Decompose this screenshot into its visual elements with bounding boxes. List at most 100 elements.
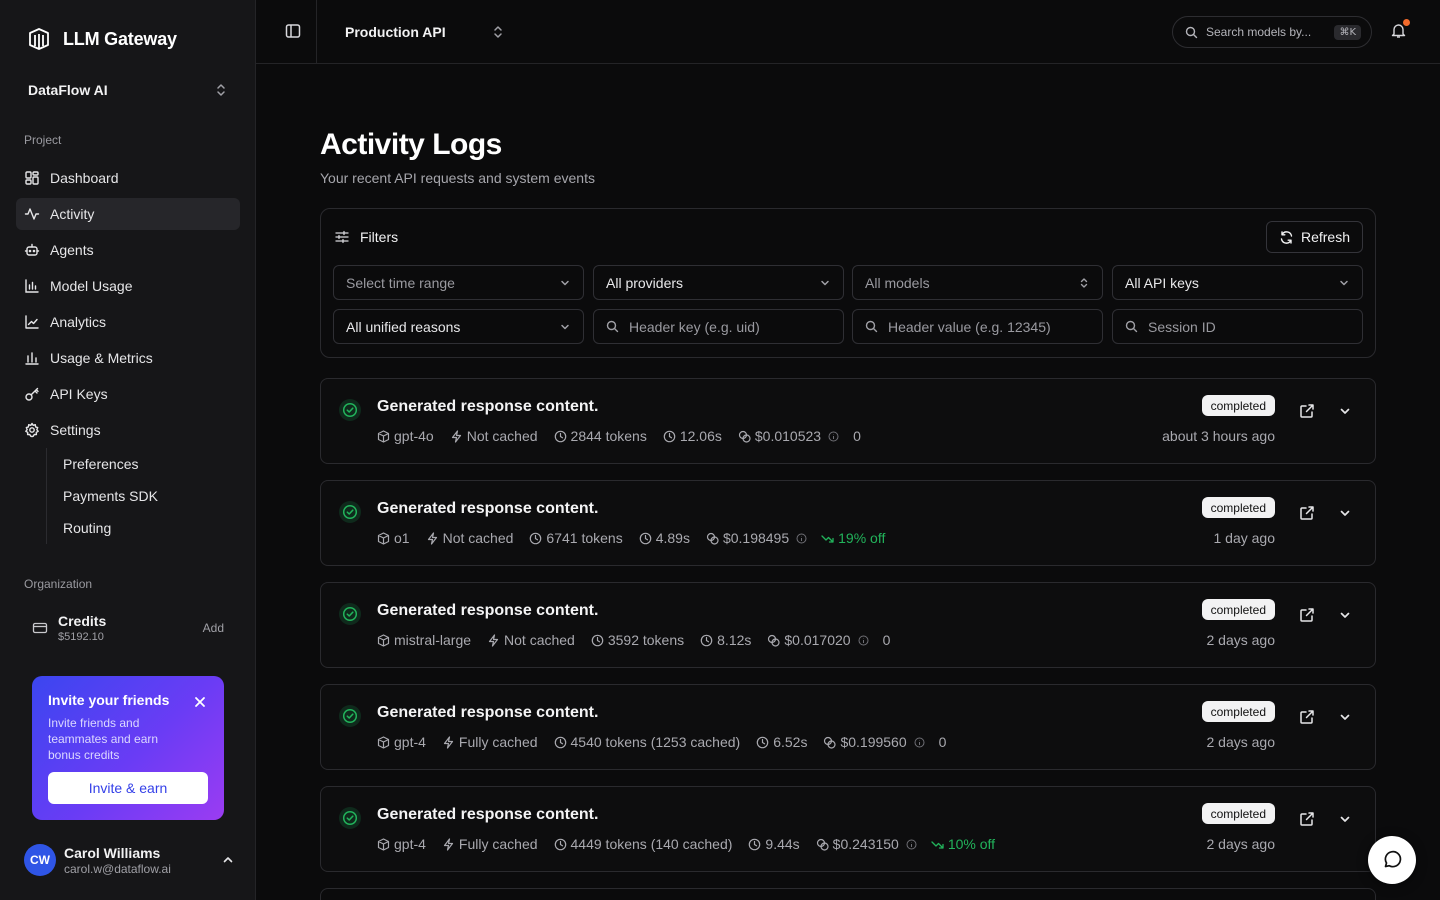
sidebar-subitem-payments-sdk[interactable]: Payments SDK xyxy=(63,480,158,512)
info-icon[interactable] xyxy=(828,431,839,442)
bar-chart-icon xyxy=(24,278,40,294)
coins-icon xyxy=(706,532,719,545)
chevron-down-icon[interactable] xyxy=(1339,405,1351,417)
notification-dot xyxy=(1403,19,1410,26)
status-badge: completed xyxy=(1201,803,1275,824)
chevron-down-icon[interactable] xyxy=(1339,813,1351,825)
info-icon[interactable] xyxy=(796,533,807,544)
sidebar-item-usage-metrics[interactable]: Usage & Metrics xyxy=(16,342,240,374)
log-title: Generated response content. xyxy=(377,704,599,721)
header-value-input[interactable] xyxy=(888,318,1088,335)
log-entry[interactable]: Generated response content. gpt-4 Fully … xyxy=(320,684,1376,770)
log-cache: Fully cached xyxy=(442,836,538,852)
log-cache: Not cached xyxy=(426,530,513,546)
external-link-icon[interactable] xyxy=(1299,403,1315,419)
chevron-down-icon[interactable] xyxy=(1339,609,1351,621)
unified-reasons-value: All unified reasons xyxy=(346,318,461,335)
check-circle-icon xyxy=(339,807,361,829)
header-key-field[interactable] xyxy=(593,309,844,344)
cube-icon xyxy=(377,837,390,851)
chevron-down-icon xyxy=(559,277,571,289)
close-icon[interactable] xyxy=(194,696,206,708)
page-title: Activity Logs xyxy=(320,128,502,161)
log-entry-partial[interactable] xyxy=(320,888,1376,900)
external-link-icon[interactable] xyxy=(1299,811,1315,827)
cube-icon xyxy=(377,735,390,749)
log-token-count: 4540 tokens (1253 cached) xyxy=(570,734,741,750)
providers-select[interactable]: All providers xyxy=(593,265,844,300)
org-switcher[interactable]: DataFlow AI xyxy=(16,72,240,108)
brand[interactable]: LLM Gateway xyxy=(26,26,177,52)
info-icon[interactable] xyxy=(906,839,917,850)
sidebar-item-label: Usage & Metrics xyxy=(50,350,153,366)
search-icon xyxy=(865,320,878,333)
zap-icon xyxy=(426,531,439,545)
log-cache-status: Fully cached xyxy=(458,734,538,750)
sidebar-subitem-routing[interactable]: Routing xyxy=(63,512,158,544)
time-range-select[interactable]: Select time range xyxy=(333,265,584,300)
zap-icon xyxy=(442,837,455,851)
project-section-label: Project xyxy=(24,133,62,147)
sidebar-item-analytics[interactable]: Analytics xyxy=(16,306,240,338)
log-cost: $0.199560 xyxy=(823,734,925,750)
sidebar-item-activity[interactable]: Activity xyxy=(16,198,240,230)
log-entry[interactable]: Generated response content. o1 Not cache… xyxy=(320,480,1376,566)
external-link-icon[interactable] xyxy=(1299,709,1315,725)
session-id-input[interactable] xyxy=(1148,318,1348,335)
zap-icon xyxy=(487,633,500,647)
project-switcher[interactable]: Production API xyxy=(345,20,505,44)
search-models-input[interactable]: Search models by... ⌘K xyxy=(1172,16,1372,48)
cube-icon xyxy=(377,633,390,647)
line-chart-icon xyxy=(24,314,40,330)
unified-reasons-select[interactable]: All unified reasons xyxy=(333,309,584,344)
log-entry[interactable]: Generated response content. gpt-4 Fully … xyxy=(320,786,1376,872)
coins-icon xyxy=(738,430,751,443)
chevron-down-icon[interactable] xyxy=(1339,507,1351,519)
header-value-field[interactable] xyxy=(852,309,1103,344)
log-extra: 0 xyxy=(883,632,891,648)
clock-icon xyxy=(591,634,604,647)
log-entry[interactable]: Generated response content. mistral-larg… xyxy=(320,582,1376,668)
sidebar-item-model-usage[interactable]: Model Usage xyxy=(16,270,240,302)
search-icon xyxy=(1185,26,1198,39)
chevron-up-icon[interactable] xyxy=(222,854,234,866)
sidebar-item-api-keys[interactable]: API Keys xyxy=(16,378,240,410)
header-key-input[interactable] xyxy=(629,318,829,335)
log-cost: $0.243150 xyxy=(816,836,917,852)
chat-button[interactable] xyxy=(1368,836,1416,884)
refresh-button[interactable]: Refresh xyxy=(1265,221,1363,253)
api-keys-select[interactable]: All API keys xyxy=(1112,265,1363,300)
sidebar-toggle-icon[interactable] xyxy=(284,22,302,40)
log-cache: Not cached xyxy=(450,428,538,444)
credits-card[interactable]: Credits $5192.10 Add xyxy=(16,606,240,650)
log-duration: 12.06s xyxy=(663,428,722,444)
log-duration-value: 9.44s xyxy=(765,836,800,852)
log-model-name: gpt-4o xyxy=(394,428,434,444)
message-circle-icon xyxy=(1381,849,1403,871)
log-cache: Fully cached xyxy=(442,734,538,750)
log-cost: $0.017020 xyxy=(767,632,869,648)
filters-title: Filters xyxy=(360,229,399,245)
sidebar-item-settings[interactable]: Settings xyxy=(16,414,240,446)
chevron-down-icon xyxy=(819,277,831,289)
info-icon[interactable] xyxy=(858,635,869,646)
divider xyxy=(316,0,317,64)
sidebar-item-dashboard[interactable]: Dashboard xyxy=(16,162,240,194)
bot-icon xyxy=(24,242,40,258)
add-credits-button[interactable]: Add xyxy=(203,621,224,635)
log-entry[interactable]: Generated response content. gpt-4o Not c… xyxy=(320,378,1376,464)
check-circle-icon xyxy=(339,603,361,625)
session-id-field[interactable] xyxy=(1112,309,1363,344)
user-menu[interactable]: CW Carol Williams carol.w@dataflow.ai xyxy=(24,842,236,878)
models-select[interactable]: All models xyxy=(852,265,1103,300)
org-name: DataFlow AI xyxy=(28,82,108,98)
sidebar-item-agents[interactable]: Agents xyxy=(16,234,240,266)
log-duration-value: 8.12s xyxy=(717,632,752,648)
invite-earn-button[interactable]: Invite & earn xyxy=(48,772,208,804)
external-link-icon[interactable] xyxy=(1299,607,1315,623)
trending-down-icon xyxy=(931,838,944,851)
chevron-down-icon[interactable] xyxy=(1339,711,1351,723)
external-link-icon[interactable] xyxy=(1299,505,1315,521)
sidebar-subitem-preferences[interactable]: Preferences xyxy=(63,448,158,480)
info-icon[interactable] xyxy=(914,737,925,748)
